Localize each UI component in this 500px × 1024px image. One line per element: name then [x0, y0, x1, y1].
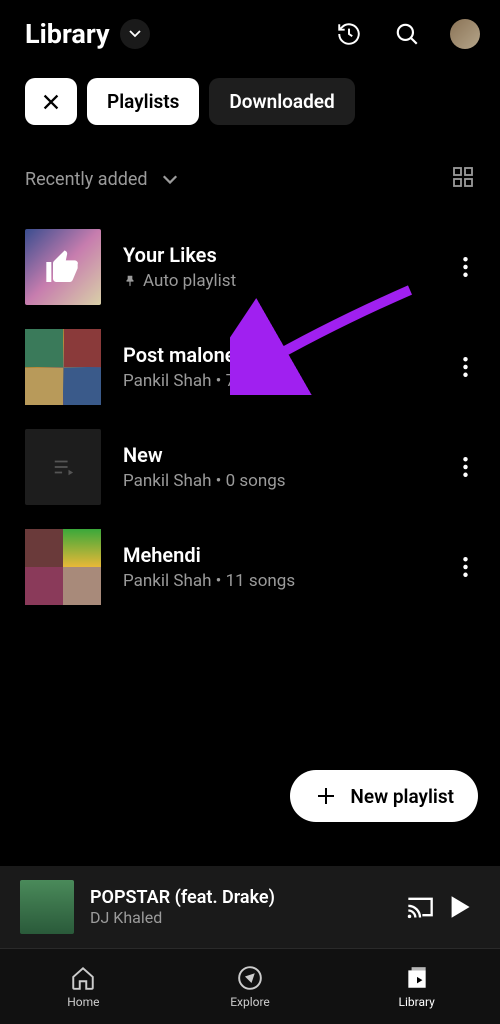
sort-label[interactable]: Recently added	[25, 169, 148, 190]
grid-icon	[451, 165, 475, 189]
chevron-down-icon	[129, 30, 141, 38]
grid-view-button[interactable]	[451, 165, 475, 193]
playlist-thumbnail	[25, 229, 101, 305]
playlist-title: New	[123, 443, 455, 467]
playlist-subtitle: Pankil Shah • 7 songs	[123, 371, 455, 391]
plus-icon	[314, 784, 338, 808]
now-playing-artist: DJ Khaled	[90, 908, 400, 927]
list-item[interactable]: New Pankil Shah • 0 songs	[0, 417, 500, 517]
chip-downloaded[interactable]: Downloaded	[209, 78, 354, 125]
play-button[interactable]	[440, 895, 480, 919]
list-item[interactable]: Your Likes Auto playlist	[0, 217, 500, 317]
list-item-text: Mehendi Pankil Shah • 11 songs	[101, 543, 455, 591]
nav-explore[interactable]: Explore	[167, 949, 334, 1024]
sort-row: Recently added	[0, 135, 500, 211]
history-button[interactable]	[334, 19, 364, 49]
more-vertical-icon	[463, 357, 468, 377]
bottom-nav: Home Explore Library	[0, 948, 500, 1024]
history-icon	[336, 21, 362, 47]
nav-library[interactable]: Library	[333, 949, 500, 1024]
thumbs-up-icon	[43, 247, 83, 287]
search-icon	[394, 21, 420, 47]
cast-button[interactable]	[400, 895, 440, 919]
nav-label: Explore	[230, 995, 270, 1009]
playlist-title: Post malone	[123, 343, 455, 367]
new-playlist-button[interactable]: New playlist	[290, 770, 478, 822]
compass-icon	[237, 965, 263, 991]
avatar[interactable]	[450, 19, 480, 49]
filter-chips: Playlists Downloaded	[0, 68, 500, 135]
now-playing-title: POPSTAR (feat. Drake)	[90, 887, 400, 908]
playlist-subtitle: Auto playlist	[123, 271, 455, 291]
playlist-title: Mehendi	[123, 543, 455, 567]
playlist-subtitle: Pankil Shah • 0 songs	[123, 471, 455, 491]
chevron-down-icon	[162, 175, 178, 185]
more-button[interactable]	[455, 457, 475, 477]
library-icon	[404, 965, 430, 991]
home-icon	[70, 965, 96, 991]
playlist-list: Your Likes Auto playlist Post malone Pan…	[0, 211, 500, 623]
playlist-thumbnail	[25, 529, 101, 605]
playlist-subtitle: Pankil Shah • 11 songs	[123, 571, 455, 591]
playlist-thumbnail	[25, 429, 101, 505]
more-vertical-icon	[463, 557, 468, 577]
clear-filter-button[interactable]	[25, 78, 77, 125]
pin-icon	[123, 274, 137, 288]
more-vertical-icon	[463, 457, 468, 477]
now-playing-thumbnail	[20, 880, 74, 934]
play-icon	[449, 895, 471, 919]
more-button[interactable]	[455, 357, 475, 377]
playlist-thumbnail	[25, 329, 101, 405]
sort-dropdown[interactable]	[162, 170, 178, 189]
chip-playlists[interactable]: Playlists	[87, 78, 199, 125]
more-button[interactable]	[455, 257, 475, 277]
list-item-text: Post malone Pankil Shah • 7 songs	[101, 343, 455, 391]
playlist-title: Your Likes	[123, 243, 455, 267]
nav-home[interactable]: Home	[0, 949, 167, 1024]
list-item[interactable]: Mehendi Pankil Shah • 11 songs	[0, 517, 500, 617]
search-button[interactable]	[392, 19, 422, 49]
nav-label: Home	[67, 995, 99, 1009]
nav-label: Library	[399, 995, 435, 1009]
list-item-text: Your Likes Auto playlist	[101, 243, 455, 291]
playlist-icon	[52, 458, 74, 476]
list-item[interactable]: Post malone Pankil Shah • 7 songs	[0, 317, 500, 417]
list-item-text: New Pankil Shah • 0 songs	[101, 443, 455, 491]
library-dropdown[interactable]	[120, 19, 150, 49]
fab-label: New playlist	[350, 785, 454, 808]
cast-icon	[406, 895, 434, 919]
now-playing-text: POPSTAR (feat. Drake) DJ Khaled	[74, 887, 400, 927]
header: Library	[0, 0, 500, 68]
more-button[interactable]	[455, 557, 475, 577]
page-title: Library	[25, 18, 110, 50]
mini-player[interactable]: POPSTAR (feat. Drake) DJ Khaled	[0, 866, 500, 948]
more-vertical-icon	[463, 257, 468, 277]
close-icon	[40, 91, 62, 113]
